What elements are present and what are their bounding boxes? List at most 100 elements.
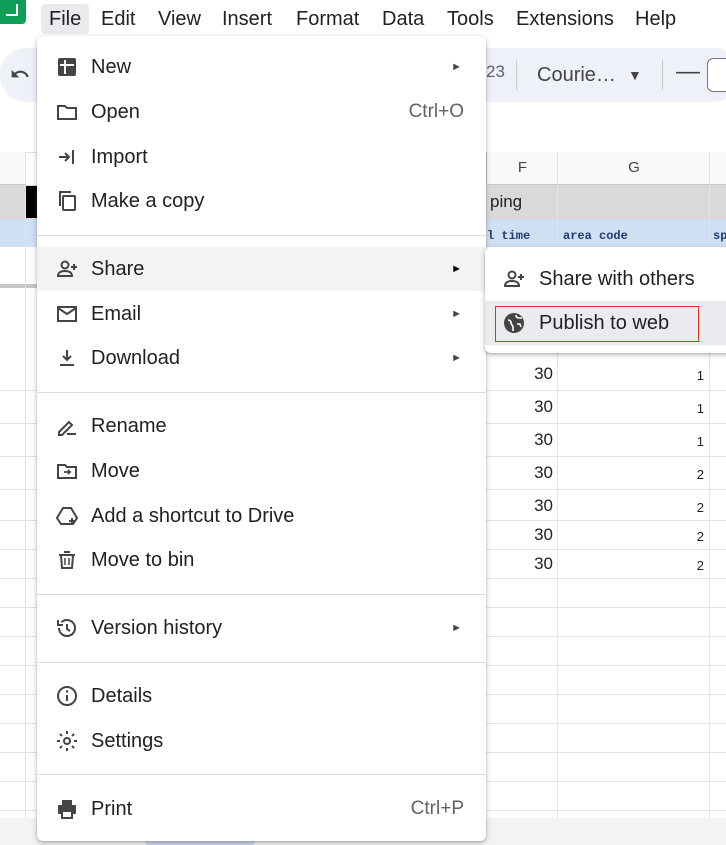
menu-item-print[interactable]: Print Ctrl+P bbox=[37, 787, 486, 831]
menu-item-label: Download bbox=[91, 347, 180, 369]
menu-insert[interactable]: Insert bbox=[214, 4, 280, 34]
cell-f[interactable]: 30 bbox=[486, 364, 553, 384]
menu-item-label: Move to bin bbox=[91, 549, 195, 571]
menu-divider bbox=[37, 594, 486, 595]
submenu-arrow-icon: ► bbox=[451, 308, 462, 320]
menu-item-version-history[interactable]: Version history ► bbox=[37, 606, 486, 650]
menu-item-label: Details bbox=[91, 685, 153, 707]
menu-divider bbox=[37, 392, 486, 393]
menu-divider bbox=[37, 774, 486, 775]
cell-g[interactable]: 2 bbox=[560, 558, 704, 573]
share-submenu: Share with others Publish to web bbox=[485, 247, 726, 353]
menu-item-label: Rename bbox=[91, 415, 167, 437]
toolbar-divider bbox=[516, 60, 517, 90]
cell-g[interactable]: 2 bbox=[560, 529, 704, 544]
menu-format[interactable]: Format bbox=[288, 4, 367, 34]
submenu-arrow-icon: ► bbox=[451, 352, 462, 364]
menu-item-label: Share bbox=[91, 258, 145, 280]
cell-f[interactable]: 30 bbox=[486, 430, 553, 450]
trash-icon bbox=[55, 548, 79, 572]
menu-item-publish-to-web[interactable]: Publish to web bbox=[485, 301, 726, 345]
menu-item-label: Move bbox=[91, 460, 140, 482]
mail-icon bbox=[55, 302, 79, 326]
menu-edit[interactable]: Edit bbox=[93, 4, 143, 34]
menu-item-label: Print bbox=[91, 798, 133, 820]
toolbar-divider bbox=[662, 60, 663, 90]
menu-item-move-to-bin[interactable]: Move to bin bbox=[37, 538, 486, 582]
history-icon bbox=[55, 616, 79, 640]
menu-item-add-shortcut[interactable]: Add a shortcut to Drive bbox=[37, 494, 486, 538]
folder-icon bbox=[55, 100, 79, 124]
frozen-row-divider[interactable] bbox=[0, 284, 40, 288]
menu-item-label: Settings bbox=[91, 730, 164, 752]
cell-g[interactable]: 1 bbox=[560, 401, 704, 416]
submenu-arrow-icon: ► bbox=[451, 61, 462, 73]
cell-g[interactable]: 2 bbox=[560, 500, 704, 515]
menu-data[interactable]: Data bbox=[374, 4, 432, 34]
globe-icon bbox=[502, 311, 526, 335]
cell-f[interactable]: 30 bbox=[486, 554, 553, 574]
cell-f[interactable]: 30 bbox=[486, 525, 553, 545]
menu-help[interactable]: Help bbox=[627, 4, 684, 34]
menu-item-email[interactable]: Email ► bbox=[37, 292, 486, 336]
menu-item-label: Make a copy bbox=[91, 190, 205, 212]
shortcut-text: Ctrl+O bbox=[408, 101, 464, 122]
download-icon bbox=[55, 346, 79, 370]
add-person-icon bbox=[55, 257, 79, 281]
menu-item-label: Share with others bbox=[539, 268, 695, 290]
menu-item-label: Version history bbox=[91, 617, 223, 639]
info-icon bbox=[55, 684, 79, 708]
undo-icon[interactable] bbox=[10, 64, 30, 90]
import-icon bbox=[55, 145, 79, 169]
zoom-value[interactable]: 23 bbox=[486, 62, 505, 82]
cell-f[interactable]: 30 bbox=[486, 463, 553, 483]
menu-divider bbox=[37, 662, 486, 663]
decrease-font-size-button[interactable]: — bbox=[676, 58, 700, 86]
menu-item-share[interactable]: Share ► bbox=[37, 247, 486, 291]
menu-item-label: Add a shortcut to Drive bbox=[91, 505, 295, 527]
corner-cell[interactable] bbox=[0, 152, 26, 185]
submenu-arrow-icon: ► bbox=[451, 263, 462, 275]
column-header-h[interactable] bbox=[709, 152, 726, 185]
sheets-logo-icon[interactable] bbox=[0, 0, 26, 24]
subheader-cell-g[interactable]: area code bbox=[563, 229, 628, 243]
gridline bbox=[25, 152, 26, 818]
file-menu: New ► Open Ctrl+O Import Make a copy Sha… bbox=[37, 36, 486, 841]
drive-shortcut-icon bbox=[55, 504, 79, 528]
header-cell-f[interactable]: ping bbox=[490, 185, 522, 219]
menu-item-settings[interactable]: Settings bbox=[37, 719, 486, 763]
menu-item-label: Email bbox=[91, 303, 142, 325]
cell-f[interactable]: 30 bbox=[486, 496, 553, 516]
copy-icon bbox=[55, 189, 79, 213]
menu-item-move[interactable]: Move bbox=[37, 449, 486, 493]
menu-item-label: New bbox=[91, 56, 132, 78]
menu-file[interactable]: File bbox=[41, 4, 90, 34]
cell-g[interactable]: 1 bbox=[560, 434, 704, 449]
chevron-down-icon[interactable]: ▼ bbox=[628, 60, 642, 90]
menubar: File Edit View Insert Format Data Tools … bbox=[0, 0, 726, 38]
move-folder-icon bbox=[55, 459, 79, 483]
menu-tools[interactable]: Tools bbox=[439, 4, 502, 34]
cell-f[interactable]: 30 bbox=[486, 397, 553, 417]
new-sheet-icon bbox=[55, 55, 79, 79]
menu-item-details[interactable]: Details bbox=[37, 674, 486, 718]
menu-item-share-with-others[interactable]: Share with others bbox=[485, 257, 726, 301]
add-person-icon bbox=[502, 267, 526, 291]
subheader-cell-f[interactable]: l time bbox=[487, 229, 530, 243]
menu-item-rename[interactable]: Rename bbox=[37, 404, 486, 448]
menu-extensions[interactable]: Extensions bbox=[508, 4, 622, 34]
column-header-f[interactable]: F bbox=[486, 152, 558, 185]
font-family-select[interactable]: Courie… bbox=[537, 60, 616, 90]
cell-g[interactable]: 1 bbox=[560, 368, 704, 383]
menu-item-make-a-copy[interactable]: Make a copy bbox=[37, 179, 486, 223]
menu-item-download[interactable]: Download ► bbox=[37, 336, 486, 380]
font-size-input[interactable] bbox=[707, 58, 726, 92]
menu-view[interactable]: View bbox=[150, 4, 209, 34]
cell-g[interactable]: 2 bbox=[560, 467, 704, 482]
menu-item-open[interactable]: Open Ctrl+O bbox=[37, 90, 486, 134]
menu-item-label: Publish to web bbox=[539, 312, 670, 334]
column-header-g[interactable]: G bbox=[557, 152, 710, 185]
menu-item-import[interactable]: Import bbox=[37, 135, 486, 179]
subheader-cell-h[interactable]: sp bbox=[713, 229, 726, 243]
menu-item-new[interactable]: New ► bbox=[37, 45, 486, 89]
